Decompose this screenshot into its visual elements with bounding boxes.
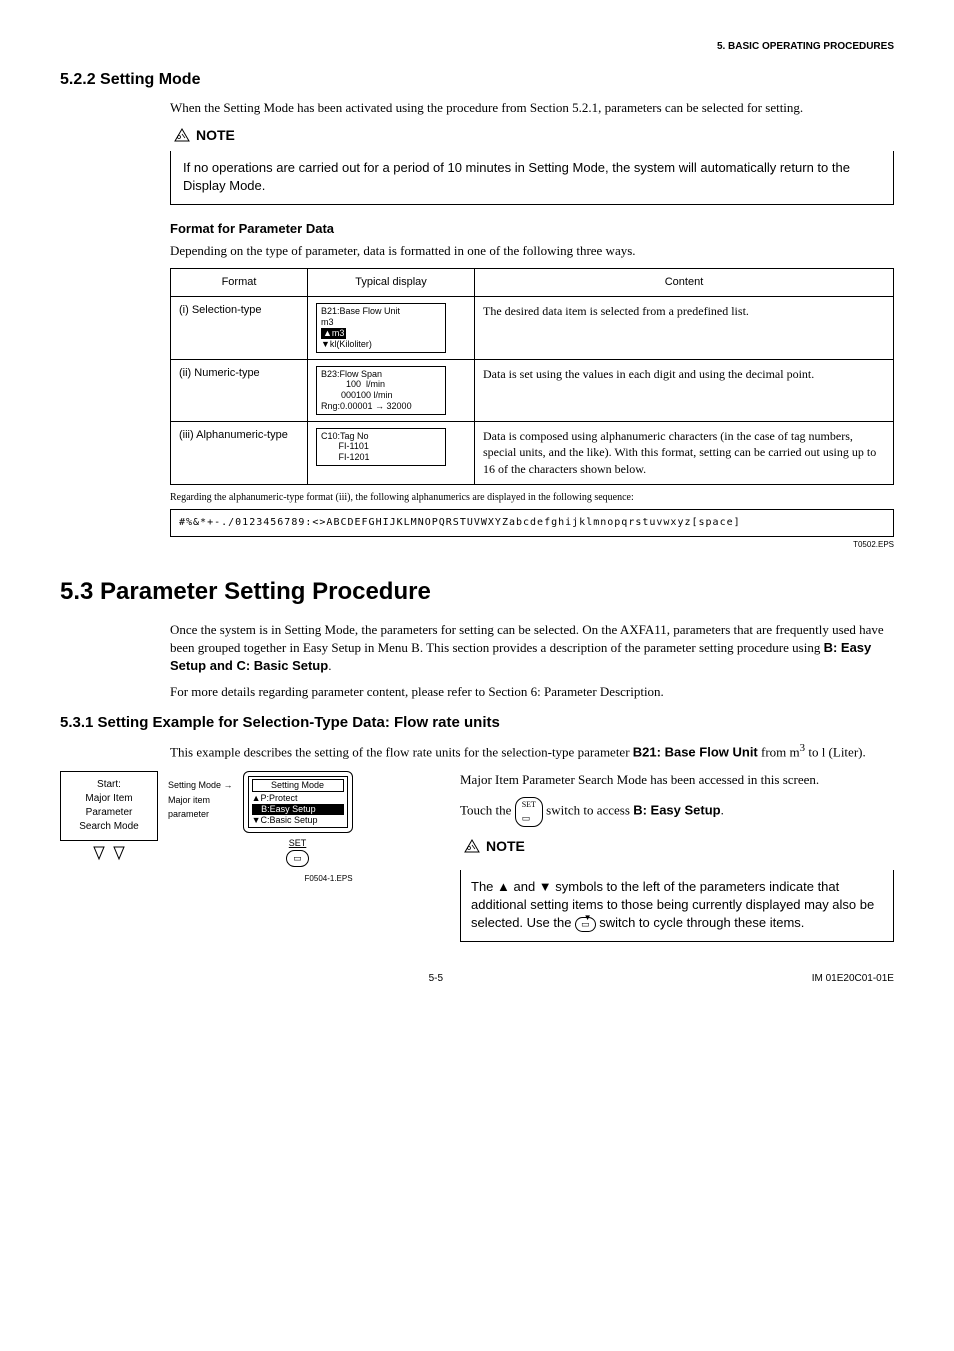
page-footer: 5-5 IM 01E20C01-01E	[60, 972, 894, 986]
flow-diagram: Start: Major Item Parameter Search Mode …	[60, 771, 440, 942]
cell-display: C10:Tag No FI-1101 FI-1201	[308, 421, 475, 484]
th-format: Format	[171, 268, 308, 296]
section-5-2-2-intro: When the Setting Mode has been activated…	[170, 99, 894, 117]
flow-line: Search Mode	[69, 820, 149, 834]
note-label-text: NOTE	[196, 126, 235, 146]
cell-display: B21:Base Flow Unit m3 ▲m3 ▼kl(Kiloliter)	[308, 297, 475, 359]
cell-display: B23:Flow Span 100 l/min 000100 l/min Rng…	[308, 359, 475, 421]
set-button-icon: ▭	[286, 850, 309, 867]
table-row: (ii) Numeric-type B23:Flow Span 100 l/mi…	[171, 359, 894, 421]
section-5-3-1-intro: This example describes the setting of th…	[170, 741, 894, 762]
disp-line: B21:Base Flow Unit	[321, 306, 441, 317]
doc-id: IM 01E20C01-01E	[812, 972, 894, 986]
eps-label-2: F0504-1.EPS	[243, 873, 353, 884]
set-label: SET	[243, 837, 353, 850]
table-row: (iii) Alphanumeric-type C10:Tag No FI-11…	[171, 421, 894, 484]
text-span: This example describes the setting of th…	[170, 744, 633, 759]
screen-line: ▼C:Basic Setup	[252, 815, 344, 826]
cell-format: (iii) Alphanumeric-type	[171, 421, 308, 484]
cycle-button-icon: ▭▼	[575, 917, 596, 932]
arrow-label: Major item	[168, 794, 233, 807]
cell-content: Data is set using the values in each dig…	[475, 359, 894, 421]
disp-line: FI-1201	[321, 452, 441, 463]
text-span: Touch the	[460, 803, 515, 818]
set-button-diagram: SET ▭	[243, 837, 353, 866]
format-param-title: Format for Parameter Data	[170, 220, 894, 238]
flow-line: Major Item	[69, 792, 149, 806]
section-5-3-1-title: 5.3.1 Setting Example for Selection-Type…	[60, 712, 894, 733]
disp-line: m3	[321, 317, 441, 328]
cell-content: Data is composed using alphanumeric char…	[475, 421, 894, 484]
right-p2: Touch the SET▭ switch to access B: Easy …	[460, 797, 894, 826]
arrow-label: Setting Mode	[168, 780, 221, 790]
seq-box: #%&*+-./0123456789:<>ABCDEFGHIJKLMNOPQRS…	[170, 509, 894, 537]
disp-line: Rng:0.00001 → 32000	[321, 401, 441, 412]
flow-line: Parameter	[69, 806, 149, 820]
note-block-2: The ▲ and ▼ symbols to the left of the p…	[460, 870, 894, 942]
right-column: Major Item Parameter Search Mode has bee…	[460, 771, 894, 942]
format-table: Format Typical display Content (i) Selec…	[170, 268, 894, 485]
section-5-3-p2: For more details regarding parameter con…	[170, 683, 894, 701]
flow-line: Start:	[69, 778, 149, 792]
cell-format: (ii) Numeric-type	[171, 359, 308, 421]
right-p1: Major Item Parameter Search Mode has bee…	[460, 771, 894, 789]
flow-mid-labels: Setting Mode → Major item parameter	[168, 771, 233, 821]
cell-content: The desired data item is selected from a…	[475, 297, 894, 359]
chapter-header: 5. BASIC OPERATING PROCEDURES	[60, 40, 894, 54]
text-bold: B: Easy Setup	[633, 803, 720, 818]
note-text-2b: switch to cycle through these items.	[596, 915, 805, 930]
screen-box: Setting Mode ▲P:Protect B:Easy Setup ▼C:…	[243, 771, 353, 833]
set-button-inline-icon: SET▭	[515, 797, 543, 826]
note-icon	[464, 839, 480, 853]
format-param-intro: Depending on the type of parameter, data…	[170, 242, 894, 260]
section-5-3-p1: Once the system is in Setting Mode, the …	[170, 621, 894, 676]
flow-screen-col: Setting Mode ▲P:Protect B:Easy Setup ▼C:…	[243, 771, 353, 884]
screen-line-hl: B:Easy Setup	[252, 804, 344, 815]
disp-line: 000100 l/min	[321, 390, 441, 401]
text-span: .	[721, 803, 724, 818]
disp-line: 100 l/min	[321, 379, 441, 390]
arrow-label: parameter	[168, 808, 233, 821]
note-label: NOTE	[170, 126, 235, 146]
eps-label-1: T0502.EPS	[170, 539, 894, 550]
disp-line-hl: ▲m3	[321, 328, 346, 339]
th-display: Typical display	[308, 268, 475, 296]
screen-title: Setting Mode	[252, 779, 344, 792]
note-text-1: If no operations are carried out for a p…	[183, 159, 881, 195]
table-row: (i) Selection-type B21:Base Flow Unit m3…	[171, 297, 894, 359]
note-block-1: If no operations are carried out for a p…	[170, 151, 894, 204]
th-content: Content	[475, 268, 894, 296]
text-bold: B21: Base Flow Unit	[633, 744, 758, 759]
flow-start-box: Start: Major Item Parameter Search Mode	[60, 771, 158, 841]
cell-format: (i) Selection-type	[171, 297, 308, 359]
disp-line: C10:Tag No	[321, 431, 441, 442]
text-span: .	[328, 658, 331, 673]
disp-line: B23:Flow Span	[321, 369, 441, 380]
note-icon	[174, 128, 190, 142]
note-label-text: NOTE	[486, 837, 525, 857]
disp-line: FI-1101	[321, 441, 441, 452]
screen-line: ▲P:Protect	[252, 793, 344, 804]
text-span: switch to access	[543, 803, 633, 818]
page-number: 5-5	[429, 972, 443, 986]
flow-down-arrows	[60, 845, 158, 869]
section-5-2-2-title: 5.2.2 Setting Mode	[60, 69, 894, 91]
section-5-3-title: 5.3 Parameter Setting Procedure	[60, 575, 894, 609]
text-span: Once the system is in Setting Mode, the …	[170, 622, 884, 655]
seq-note: Regarding the alphanumeric-type format (…	[170, 491, 894, 505]
disp-line: ▼kl(Kiloliter)	[321, 339, 441, 350]
text-span: from m	[758, 744, 800, 759]
note-label-2: NOTE	[460, 837, 525, 857]
text-span: to l (Liter).	[805, 744, 866, 759]
